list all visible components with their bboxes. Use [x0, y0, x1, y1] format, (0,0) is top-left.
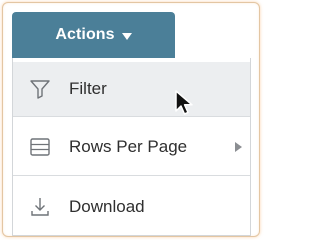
cursor-icon — [174, 89, 196, 117]
menu-item-rows-per-page[interactable]: Rows Per Page — [13, 119, 250, 175]
menu-divider — [13, 175, 250, 176]
filter-icon — [29, 78, 51, 100]
rows-icon — [29, 136, 51, 158]
menu-divider — [13, 116, 250, 117]
menu-item-filter[interactable]: Filter — [13, 62, 250, 116]
actions-button[interactable]: Actions — [12, 12, 175, 58]
download-icon — [29, 196, 51, 218]
caret-down-icon — [121, 32, 132, 40]
menu-item-rows-per-page-label: Rows Per Page — [69, 137, 188, 156]
chevron-right-icon — [235, 142, 242, 152]
actions-button-label: Actions — [55, 26, 115, 43]
actions-dropdown-menu: Filter Rows Per Page Download — [12, 58, 251, 236]
menu-item-download[interactable]: Download — [13, 179, 250, 235]
menu-item-download-label: Download — [69, 197, 145, 216]
menu-item-filter-label: Filter — [69, 79, 107, 98]
